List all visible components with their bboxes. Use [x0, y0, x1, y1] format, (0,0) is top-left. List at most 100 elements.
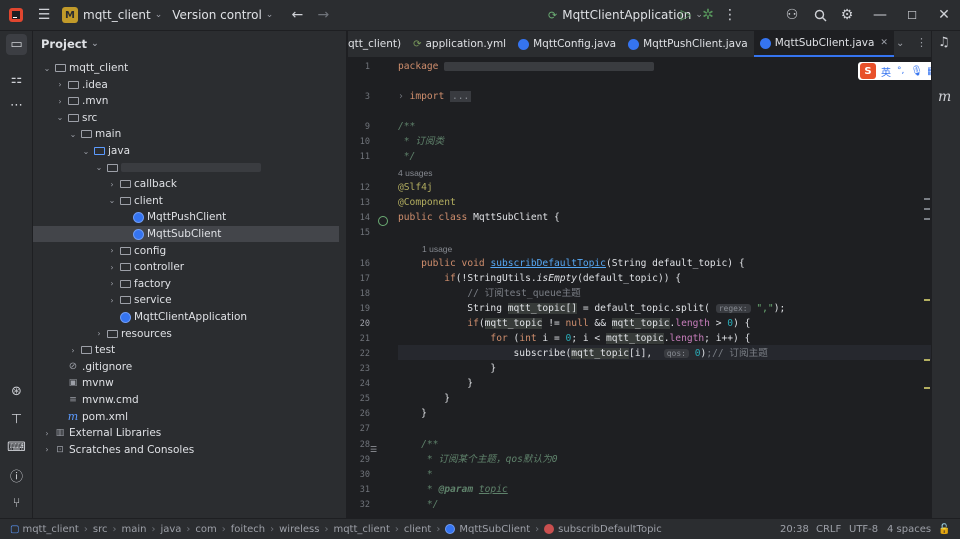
collapse-arrow-icon[interactable]: ›: [106, 263, 118, 272]
editor-tab[interactable]: MqttConfig.java: [512, 31, 622, 57]
editor-tab[interactable]: qtt_client): [348, 31, 407, 57]
collapse-arrow-icon[interactable]: ›: [106, 246, 118, 255]
breadcrumb-label: mqtt_client: [22, 523, 79, 535]
project-panel-header[interactable]: Project ⌄: [33, 31, 346, 57]
tree-item[interactable]: › factory: [33, 276, 339, 292]
debug-icon[interactable]: ✲: [700, 0, 716, 30]
collapse-arrow-icon[interactable]: ›: [106, 279, 118, 288]
collapse-arrow-icon[interactable]: ›: [93, 329, 105, 338]
tree-item[interactable]: ⌄ mqtt_client: [33, 60, 339, 76]
tree-item[interactable]: › controller: [33, 259, 339, 275]
tree-item[interactable]: ⌄ java: [33, 143, 339, 159]
structure-tool-icon[interactable]: ⚏: [6, 69, 27, 90]
expand-arrow-icon[interactable]: ⌄: [80, 147, 92, 156]
problems-tool-icon[interactable]: ⓘ: [6, 465, 27, 486]
code-editor[interactable]: package › import ... /** * 订阅类 */ 4 usag…: [398, 58, 931, 518]
collapse-arrow-icon[interactable]: ›: [54, 97, 66, 106]
tree-item[interactable]: ▣ mvnw: [33, 375, 339, 391]
usages-hint[interactable]: 4 usages: [398, 166, 433, 180]
tree-item[interactable]: › callback: [33, 176, 339, 192]
tree-item[interactable]: ⊘ .gitignore: [33, 359, 339, 375]
usages-hint[interactable]: 1 usage: [422, 242, 452, 256]
tree-item[interactable]: › .mvn: [33, 93, 339, 109]
minimize-icon[interactable]: —: [870, 0, 890, 30]
editor-tab[interactable]: ⟳ application.yml: [407, 31, 512, 57]
tree-item[interactable]: ≡ mvnw.cmd: [33, 392, 339, 408]
caret-position[interactable]: 20:38: [780, 524, 809, 535]
breadcrumb-item[interactable]: mqtt_client: [333, 524, 389, 535]
maximize-icon[interactable]: ☐: [902, 0, 922, 30]
breadcrumb-item[interactable]: main: [121, 524, 146, 535]
notifications-icon[interactable]: ♫: [938, 35, 950, 50]
expand-arrow-icon[interactable]: ⌄: [41, 64, 53, 73]
gear-icon[interactable]: ⚙: [838, 0, 856, 30]
expand-arrow-icon[interactable]: ⌄: [106, 196, 118, 205]
expand-arrow-icon[interactable]: ⌄: [54, 113, 66, 122]
tree-item[interactable]: › resources: [33, 326, 339, 342]
close-icon[interactable]: ✕: [934, 0, 954, 30]
search-icon[interactable]: [811, 0, 829, 30]
breadcrumb-item[interactable]: com: [195, 524, 216, 535]
tree-item[interactable]: › service: [33, 292, 339, 308]
breadcrumb-item[interactable]: wireless: [279, 524, 319, 535]
expand-arrow-icon[interactable]: ⌄: [93, 163, 105, 172]
project-tool-icon[interactable]: ▭: [6, 34, 27, 55]
services-tool-icon[interactable]: ⊛: [6, 381, 27, 402]
tree-item[interactable]: › ▥ External Libraries: [33, 425, 339, 441]
breadcrumb-item[interactable]: client: [404, 524, 431, 535]
collapse-arrow-icon[interactable]: ›: [54, 80, 66, 89]
lock-icon[interactable]: 🔓: [938, 524, 950, 535]
tree-item[interactable]: MqttSubClient: [33, 226, 339, 242]
tabs-dropdown-icon[interactable]: ⌄: [896, 38, 904, 49]
code-line: * 订阅类: [398, 135, 444, 149]
breadcrumb-item[interactable]: MqttSubClient: [445, 524, 530, 535]
close-tab-icon[interactable]: ✕: [880, 38, 888, 48]
tree-item[interactable]: m pom.xml: [33, 409, 339, 425]
more-actions-icon[interactable]: ⋮: [723, 0, 737, 30]
project-selector[interactable]: M mqtt_client ⌄: [62, 0, 162, 30]
build-tool-icon[interactable]: ⊤: [6, 409, 27, 430]
tree-item[interactable]: MqttPushClient: [33, 209, 339, 225]
breadcrumb-item[interactable]: src: [93, 524, 108, 535]
breadcrumb-item[interactable]: subscribDefaultTopic: [544, 524, 662, 535]
breadcrumb-item[interactable]: java: [160, 524, 181, 535]
file-encoding[interactable]: UTF-8: [849, 524, 878, 535]
doc-render-gutter-icon[interactable]: ☰: [370, 445, 377, 454]
collapse-arrow-icon[interactable]: ›: [41, 429, 53, 438]
git-tool-icon[interactable]: ⑂: [6, 493, 27, 514]
tree-item[interactable]: ⌄ client: [33, 193, 339, 209]
add-user-icon[interactable]: ⚇: [783, 0, 801, 30]
tree-item[interactable]: MqttClientApplication: [33, 309, 339, 325]
editor-tab[interactable]: MqttSubClient.java ✕: [753, 31, 894, 57]
tree-item[interactable]: › test: [33, 342, 339, 358]
tree-item[interactable]: ⌄ src: [33, 110, 339, 126]
forward-arrow-icon[interactable]: →: [313, 0, 333, 30]
spring-bean-gutter-icon[interactable]: [378, 216, 388, 226]
tree-item[interactable]: › .idea: [33, 77, 339, 93]
maven-tool-icon[interactable]: m: [938, 89, 951, 105]
main-menu-icon[interactable]: ☰: [32, 0, 56, 30]
breadcrumb-item[interactable]: foitech: [231, 524, 265, 535]
terminal-tool-icon[interactable]: ⌨: [6, 437, 27, 458]
tabs-more-icon[interactable]: ⋮: [916, 36, 927, 49]
tree-item-label: src: [82, 111, 98, 124]
collapse-arrow-icon[interactable]: ›: [67, 346, 79, 355]
collapse-arrow-icon[interactable]: ›: [106, 296, 118, 305]
run-icon[interactable]: ▷: [678, 0, 694, 30]
tree-item[interactable]: ⌄: [33, 160, 339, 176]
vcs-selector[interactable]: Version control ⌄: [172, 0, 273, 30]
indent-setting[interactable]: 4 spaces: [887, 524, 931, 535]
tree-item[interactable]: ⌄ main: [33, 126, 339, 142]
tree-item[interactable]: › config: [33, 243, 339, 259]
breadcrumb-label: mqtt_client: [333, 523, 390, 535]
collapse-arrow-icon[interactable]: ›: [106, 180, 118, 189]
expand-arrow-icon[interactable]: ⌄: [67, 130, 79, 139]
back-arrow-icon[interactable]: ←: [287, 0, 307, 30]
line-separator[interactable]: CRLF: [816, 524, 841, 535]
collapse-arrow-icon[interactable]: ›: [41, 445, 53, 454]
breadcrumb-separator-icon: ›: [83, 523, 88, 535]
editor-tab[interactable]: MqttPushClient.java: [622, 31, 754, 57]
more-tools-icon[interactable]: ⋯: [6, 95, 27, 116]
tree-item[interactable]: › ⊡ Scratches and Consoles: [33, 442, 339, 458]
breadcrumb-item[interactable]: ▢ mqtt_client: [10, 524, 79, 535]
